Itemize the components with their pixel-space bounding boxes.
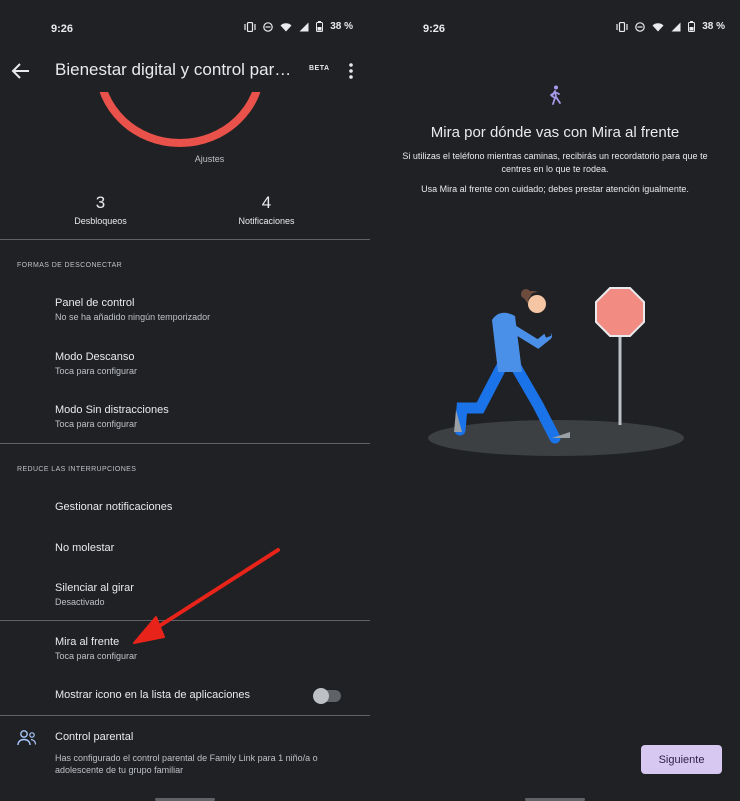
unlocks-count: 3 (95, 193, 106, 212)
chart-caption: Ajustes (194, 154, 225, 164)
item-subtitle: Toca para configurar (55, 651, 138, 661)
battery-icon (688, 21, 696, 32)
next-button[interactable]: Siguiente (641, 745, 722, 774)
status-icons: 38 % (244, 21, 353, 32)
intro-caution: Usa Mira al frente con cuidado; debes pr… (421, 184, 689, 194)
status-time: 9:26 (51, 23, 74, 35)
app-bar: Bienestar digital y control par… BETA (0, 55, 370, 87)
dnd-icon (635, 21, 646, 32)
divider (0, 443, 370, 444)
status-bar: 9:26 38 % (370, 0, 740, 55)
divider (0, 620, 370, 621)
walking-illustration (428, 287, 684, 456)
heads-up-intro-screen: 9:26 38 % Mira por dónde vas con Mira al… (370, 0, 740, 801)
item-subtitle: Desactivado (55, 597, 105, 607)
wifi-icon (652, 22, 664, 32)
beta-badge: BETA (309, 65, 330, 72)
vibrate-icon (244, 21, 256, 32)
item-title: Gestionar notificaciones (55, 501, 173, 513)
battery-percent: 38 % (330, 21, 353, 32)
walking-person-icon (546, 85, 564, 105)
notifications-stat[interactable]: 4 Notificaciones (174, 193, 359, 226)
item-title: Panel de control (55, 297, 135, 309)
item-subtitle: Toca para configurar (55, 366, 138, 376)
list-item-dashboard[interactable]: Panel de control No se ha añadido ningún… (55, 297, 355, 322)
back-arrow-icon[interactable] (9, 59, 33, 83)
status-time: 9:26 (423, 23, 446, 35)
notifications-label: Notificaciones (238, 216, 295, 226)
item-subtitle: Toca para configurar (55, 419, 138, 429)
item-subtitle: No se ha añadido ningún temporizador (55, 312, 211, 322)
section-header-interruptions: REDUCE LAS INTERRUPCIONES (17, 466, 137, 473)
list-item-heads-up[interactable]: Mira al frente Toca para configurar (55, 636, 355, 661)
item-title: No molestar (55, 542, 115, 554)
more-options-icon[interactable] (345, 60, 357, 82)
list-item-focus-mode[interactable]: Modo Sin distracciones Toca para configu… (55, 404, 355, 429)
list-item-do-not-disturb[interactable]: No molestar (55, 542, 355, 554)
intro-title: Mira por dónde vas con Mira al frente (430, 124, 680, 141)
unlocks-stat[interactable]: 3 Desbloqueos (8, 193, 193, 226)
divider (0, 715, 370, 716)
parental-control-icon (17, 729, 37, 747)
signal-icon (299, 22, 309, 32)
status-icons: 38 % (616, 21, 725, 32)
signal-icon (671, 22, 681, 32)
intro-description: Si utilizas el teléfono mientras caminas… (402, 151, 708, 174)
list-item-manage-notifications[interactable]: Gestionar notificaciones (55, 501, 355, 513)
list-item-flip-to-shhh[interactable]: Silenciar al girar Desactivado (55, 582, 355, 607)
show-icon-toggle[interactable] (313, 688, 341, 704)
item-title: Control parental (55, 731, 134, 743)
unlocks-label: Desbloqueos (74, 216, 127, 226)
item-title: Mostrar icono en la lista de aplicacione… (55, 689, 251, 701)
list-item-parental-controls[interactable]: Control parental Has configurado el cont… (55, 731, 345, 776)
status-bar: 9:26 38 % (0, 0, 370, 55)
item-title: Modo Sin distracciones (55, 404, 169, 416)
list-item-bedtime-mode[interactable]: Modo Descanso Toca para configurar (55, 351, 355, 376)
item-title: Silenciar al girar (55, 582, 134, 594)
list-item-show-app-icon[interactable]: Mostrar icono en la lista de aplicacione… (55, 689, 305, 701)
section-header-disconnect: FORMAS DE DESCONECTAR (17, 262, 123, 269)
divider (0, 239, 370, 240)
notifications-count: 4 (261, 193, 272, 212)
battery-percent: 38 % (702, 21, 725, 32)
battery-icon (316, 21, 324, 32)
page-title: Bienestar digital y control par… (55, 60, 290, 79)
vibrate-icon (616, 21, 628, 32)
item-title: Mira al frente (55, 636, 120, 648)
item-title: Modo Descanso (55, 351, 135, 363)
toggle-knob (313, 688, 329, 704)
wifi-icon (280, 22, 292, 32)
dnd-icon (263, 21, 274, 32)
wellbeing-settings-screen: 9:26 38 % Bienestar digital y control pa… (0, 0, 370, 801)
item-subtitle: Has configurado el control parental de F… (55, 753, 318, 775)
